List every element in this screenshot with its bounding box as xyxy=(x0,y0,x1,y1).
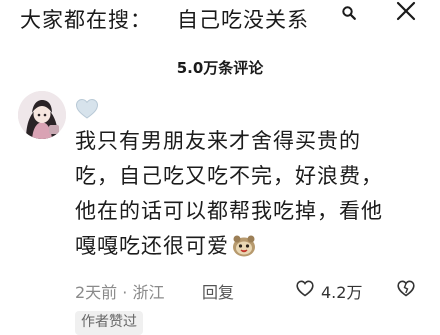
broken-heart-icon[interactable] xyxy=(397,280,415,297)
like-count: 4.2万 xyxy=(321,283,363,302)
comment-line-last: 嘎嘎吃还很可爱 xyxy=(75,229,425,264)
search-icon[interactable] xyxy=(341,5,357,21)
search-prefix-label: 大家都在搜： xyxy=(20,8,152,32)
avatar-image xyxy=(18,91,66,139)
heart-icon xyxy=(75,98,99,119)
search-bar[interactable]: 大家都在搜： 自己吃没关系 xyxy=(0,0,440,34)
comment-line: 我只有男朋友来才舍得买贵的 xyxy=(75,129,361,153)
comment-line: 吃，自己吃又吃不完，好浪费， xyxy=(75,164,383,188)
reply-button[interactable]: 回复 xyxy=(202,279,234,303)
author-liked-badge: 作者赞过 xyxy=(75,311,143,335)
comment-line: 嘎嘎吃还很可爱 xyxy=(75,234,229,258)
cute-face-emoji-icon xyxy=(233,235,255,257)
comment-count-title: 5.0万条评论 xyxy=(176,59,264,77)
close-icon[interactable] xyxy=(395,0,417,22)
comment-text: 我只有男朋友来才舍得买贵的 吃，自己吃又吃不完，好浪费， 他在的话可以都帮我吃掉… xyxy=(75,124,425,264)
heart-outline-icon xyxy=(296,280,314,297)
comment-line: 他在的话可以都帮我吃掉，看他 xyxy=(75,199,383,223)
comment-time-location: 2天前 · 浙江 xyxy=(75,283,165,302)
avatar[interactable] xyxy=(18,91,66,139)
search-query-text[interactable]: 自己吃没关系 xyxy=(177,4,309,34)
